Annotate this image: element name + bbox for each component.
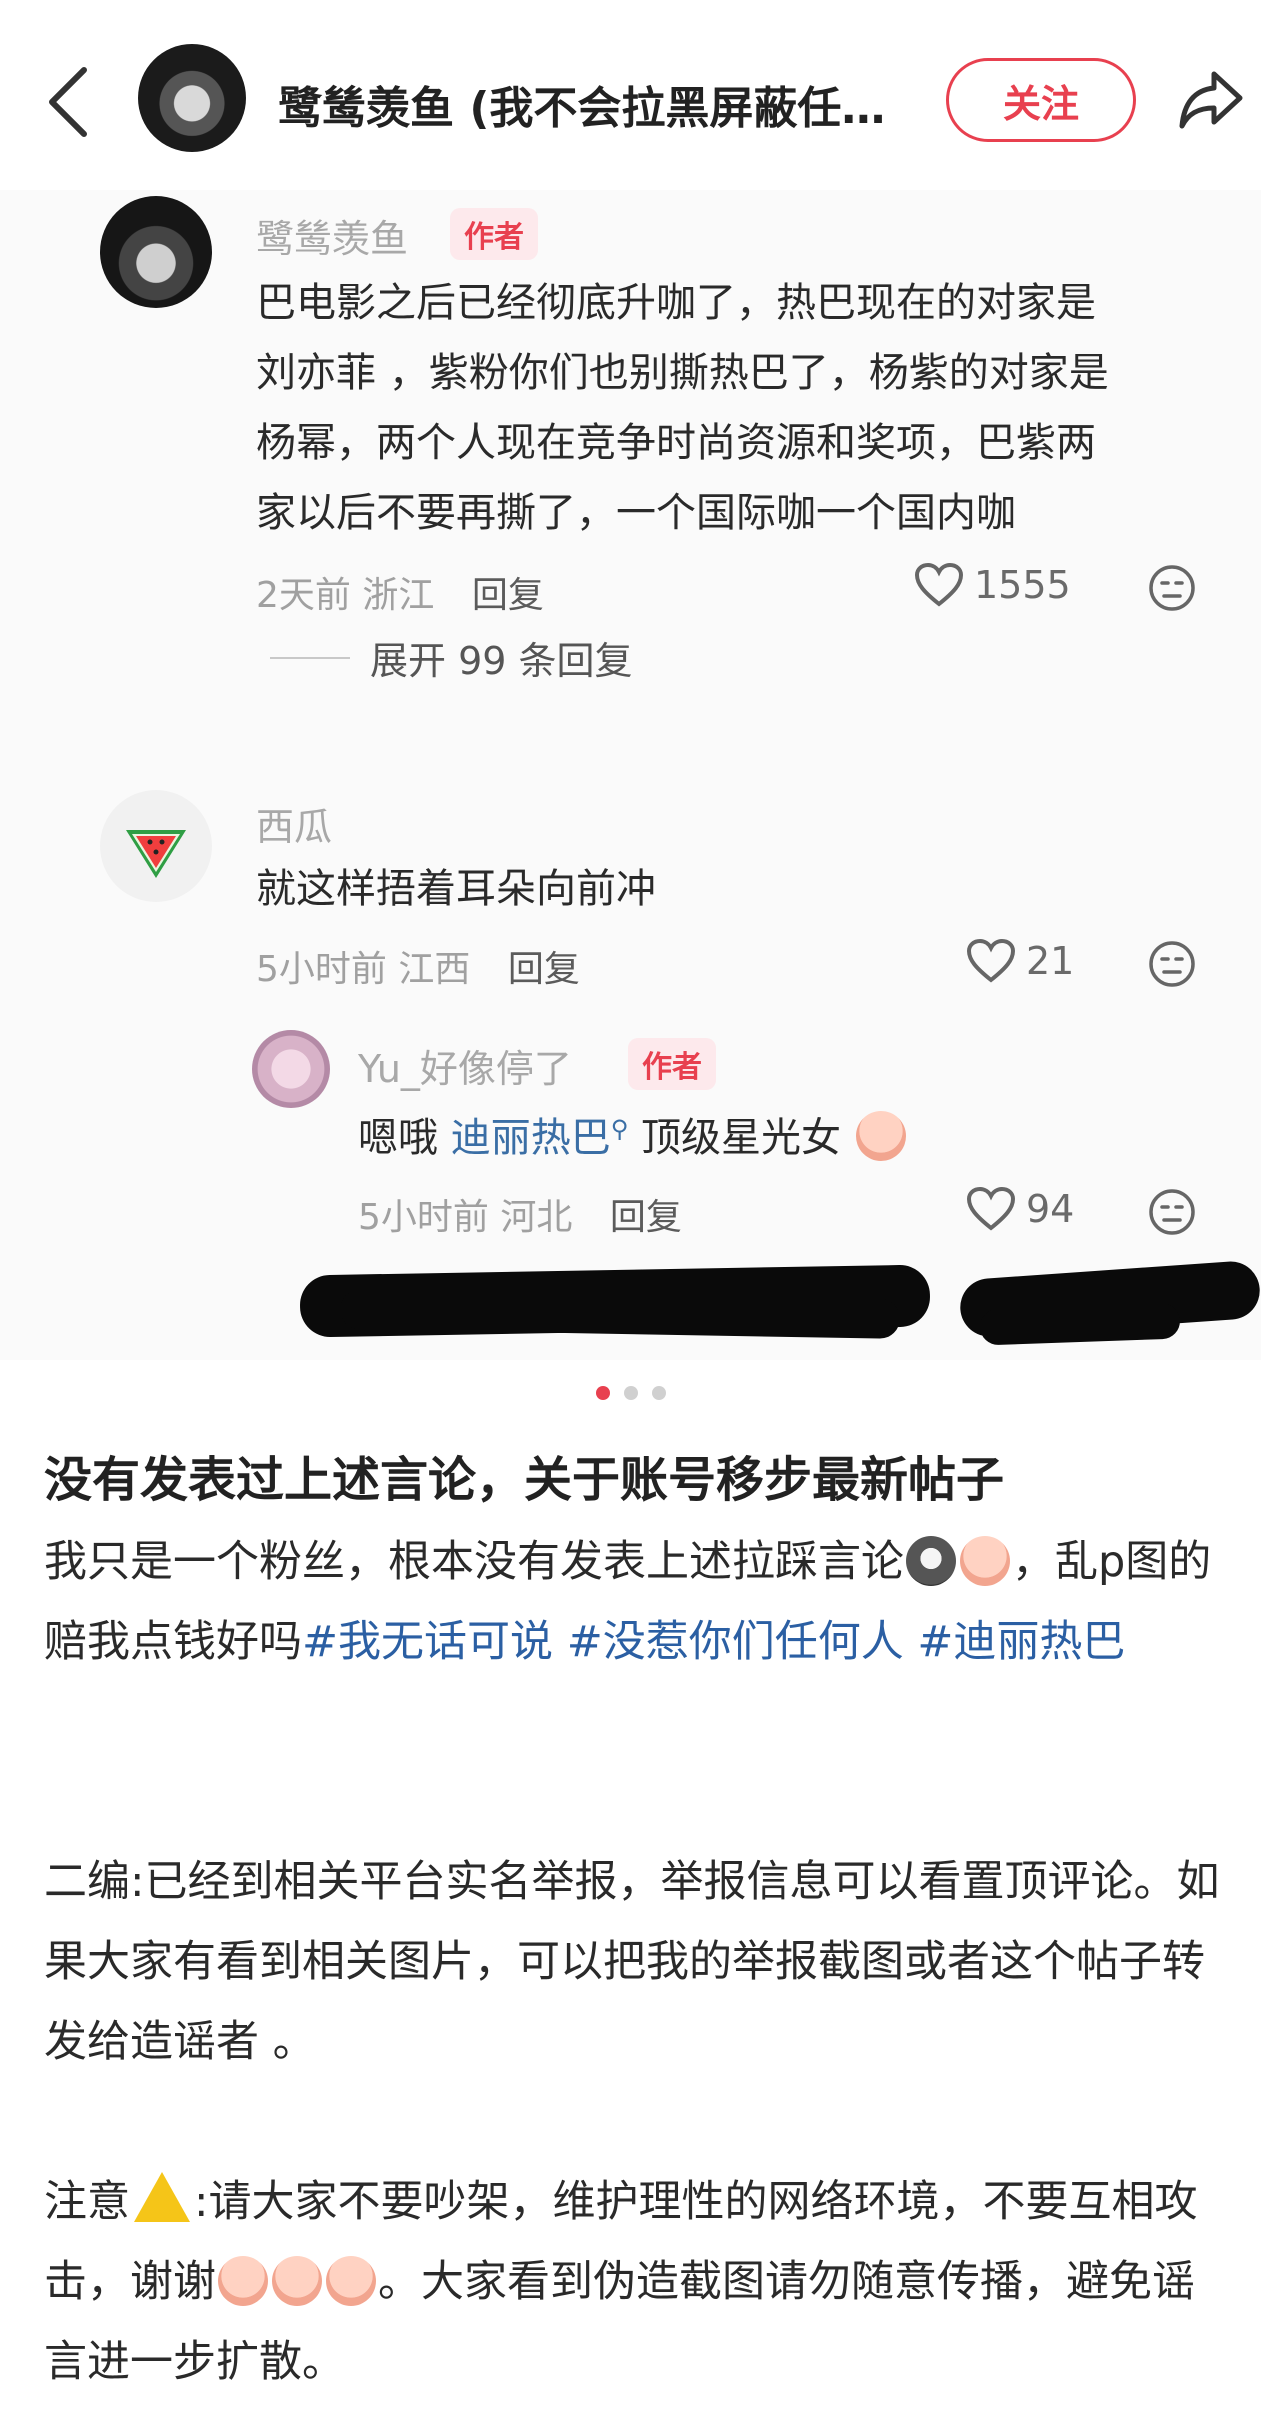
- comment-location: 河北: [500, 1197, 573, 1238]
- watermelon-icon: [126, 830, 186, 878]
- heart-icon: [966, 938, 1016, 983]
- reply-button[interactable]: 回复: [610, 1197, 682, 1238]
- peach-emoji-icon: [326, 2256, 376, 2306]
- comment-text: 就这样捂着耳朵向前冲: [256, 866, 656, 912]
- cat-emoji-icon: [906, 1536, 956, 1586]
- comment-line: 杨幂，两个人现在竞争时尚资源和奖项，巴紫两: [256, 420, 1096, 466]
- comment-location: 江西: [398, 949, 471, 990]
- like-count: 21: [1026, 939, 1075, 983]
- comment-text: 巴电影之后已经彻底升咖了，热巴现在的对家是 刘亦菲 ，紫粉你们也别撕热巴了，杨紫…: [256, 268, 1109, 548]
- heart-icon: [966, 1186, 1016, 1231]
- divider: [270, 656, 350, 659]
- post-paragraph: 二编:已经到相关平台实名举报，举报信息可以看置顶评论。如果大家有看到相关图片，可…: [44, 1857, 1220, 2067]
- reply-button[interactable]: 回复: [508, 949, 580, 990]
- comment-line: 巴电影之后已经彻底升咖了，热巴现在的对家是: [256, 280, 1096, 326]
- hashtag-link[interactable]: #没惹你们任何人: [567, 1617, 904, 1667]
- heart-icon: [914, 562, 964, 607]
- peach-emoji-icon: [272, 2256, 322, 2306]
- post-paragraph: 注意:请大家不要吵架，维护理性的网络环境，不要互相攻击，谢谢 。大家看到伪造截图请…: [44, 2162, 1224, 2402]
- comment-text: 嗯哦 迪丽热巴⚲ 顶级星光女: [358, 1094, 908, 1173]
- carousel-indicator[interactable]: [0, 1386, 1261, 1400]
- carousel-dot[interactable]: [651, 1386, 666, 1400]
- dislike-face-icon[interactable]: [1148, 1188, 1196, 1236]
- post-image[interactable]: 鹭鸶羡鱼 作者 巴电影之后已经彻底升咖了，热巴现在的对家是 刘亦菲 ，紫粉你们也…: [0, 190, 1261, 1360]
- warning-icon: [134, 2172, 190, 2222]
- top-nav-bar: 鹭鸶羡鱼 (我不会拉黑屏蔽任… 关注: [0, 0, 1261, 190]
- comment-time: 5小时前: [358, 1197, 489, 1238]
- reply-button[interactable]: 回复: [472, 575, 544, 616]
- comment-meta: 5小时前 河北 回复: [358, 1188, 682, 1240]
- comment-time: 5小时前: [256, 949, 387, 990]
- post-text: 注意: [44, 2177, 130, 2227]
- author-badge: 作者: [450, 208, 538, 260]
- back-arrow-icon[interactable]: [40, 62, 96, 142]
- like-count: 94: [1026, 1187, 1075, 1231]
- hashtag-link[interactable]: #我无话可说: [302, 1617, 553, 1667]
- comment-location: 浙江: [362, 575, 435, 616]
- author-avatar[interactable]: [138, 44, 246, 152]
- dislike-face-icon[interactable]: [1148, 940, 1196, 988]
- dislike-face-icon[interactable]: [1148, 564, 1196, 612]
- post-text: 我只是一个粉丝，根本没有发表上述拉踩言论: [44, 1537, 904, 1587]
- post-title: 没有发表过上述言论，关于账号移步最新帖子: [44, 1452, 1005, 1508]
- share-icon[interactable]: [1178, 66, 1246, 132]
- comment-text-prefix: 嗯哦: [358, 1115, 438, 1161]
- expand-label: 展开 99 条回复: [370, 639, 633, 683]
- hashtag-link[interactable]: 丽热巴: [996, 1617, 1125, 1667]
- carousel-dot[interactable]: [623, 1386, 638, 1400]
- post-text: 。大家看到伪造截图请勿随意传播，避免谣言进一步扩散。: [44, 2257, 1195, 2387]
- commenter-avatar[interactable]: [100, 196, 212, 308]
- commenter-avatar[interactable]: [252, 1030, 330, 1108]
- expand-replies[interactable]: 展开 99 条回复: [270, 630, 633, 685]
- mention-link[interactable]: 迪丽热巴: [451, 1115, 611, 1161]
- comment-line: 家以后不要再撕了，一个国际咖一个国内咖: [256, 490, 1016, 536]
- comment-text-suffix: 顶级星光女: [641, 1115, 842, 1161]
- comment-time: 2天前: [256, 575, 351, 616]
- post-text: ，乱: [1012, 1537, 1098, 1587]
- commenter-avatar[interactable]: [100, 790, 212, 902]
- commenter-name: 鹭鸶羡鱼: [256, 217, 409, 261]
- redaction-scribble: [979, 1302, 1181, 1346]
- follow-button[interactable]: 关注: [946, 58, 1136, 142]
- comment-meta: 2天前 浙江 回复: [256, 566, 544, 618]
- commenter-name: 西瓜: [256, 805, 333, 849]
- peach-emoji-icon: [218, 2256, 268, 2306]
- post-paragraph: 我只是一个粉丝，根本没有发表上述拉踩言论 ，乱p图的赔我点钱好吗#我无话可说 #没…: [44, 1522, 1224, 1682]
- sweat-peach-emoji-icon: [960, 1536, 1010, 1586]
- comment-line: 刘亦菲 ，紫粉你们也别撕热巴了，杨紫的对家是: [256, 350, 1109, 396]
- carousel-dot[interactable]: [595, 1386, 610, 1400]
- like-button[interactable]: 21: [966, 938, 1074, 984]
- like-button[interactable]: 94: [966, 1186, 1074, 1232]
- search-icon: ⚲: [610, 1115, 629, 1143]
- hashtag-link[interactable]: #迪: [917, 1617, 996, 1667]
- peach-emoji-icon: [855, 1111, 906, 1161]
- like-count: 1555: [974, 563, 1071, 607]
- commenter-name: Yu_好像停了: [358, 1047, 572, 1091]
- author-badge: 作者: [628, 1038, 716, 1090]
- author-name[interactable]: 鹭鸶羡鱼 (我不会拉黑屏蔽任…: [278, 72, 898, 136]
- like-button[interactable]: 1555: [914, 562, 1071, 608]
- comment-meta: 5小时前 江西 回复: [256, 940, 580, 992]
